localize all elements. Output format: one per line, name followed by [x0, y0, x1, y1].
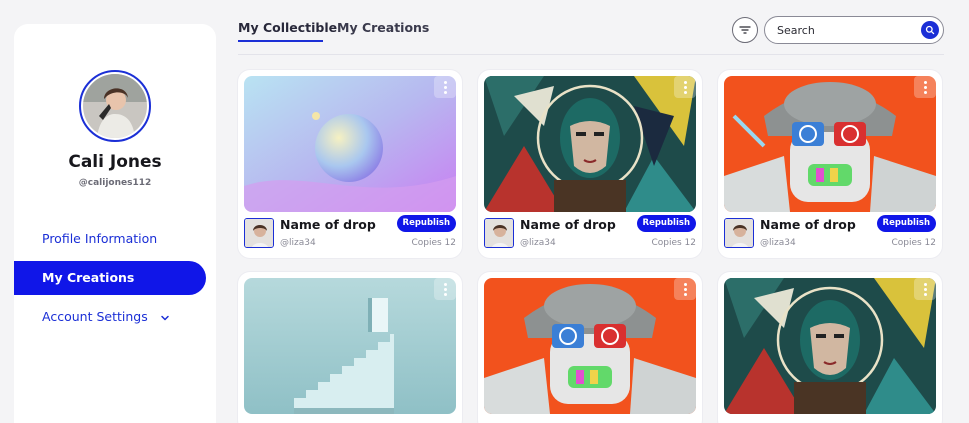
nft-card[interactable]: Name of drop @liza34 Republish Copies 12 — [238, 70, 462, 258]
nft-card[interactable] — [478, 272, 702, 423]
creator-avatar — [484, 218, 514, 248]
republish-button[interactable]: Republish — [876, 215, 936, 232]
copies-count: Copies 12 — [891, 238, 936, 248]
more-options-button[interactable] — [674, 76, 696, 98]
card-artwork-abstract-sphere — [244, 76, 456, 212]
search-input[interactable] — [777, 21, 917, 39]
card-artwork-robot-3d-glasses — [724, 76, 936, 212]
nav-profile-information-label: Profile Information — [42, 231, 158, 246]
filter-icon — [739, 26, 751, 34]
drop-name: Name of drop — [760, 217, 856, 232]
more-options-button[interactable] — [914, 76, 936, 98]
avatar-photo — [83, 74, 147, 138]
republish-button[interactable]: Republish — [636, 215, 696, 232]
nav-account-settings-label: Account Settings — [42, 309, 148, 324]
card-artwork-geometric-portrait — [724, 278, 936, 414]
profile-sidebar: Cali Jones @calijones112 Profile Informa… — [14, 24, 216, 423]
chevron-down-icon — [160, 315, 169, 320]
card-artwork-geometric-portrait — [484, 76, 696, 212]
more-options-button[interactable] — [434, 76, 456, 98]
more-options-button[interactable] — [674, 278, 696, 300]
copies-count: Copies 12 — [411, 238, 456, 248]
creator-handle[interactable]: @liza34 — [280, 238, 316, 248]
active-tab-indicator — [238, 40, 323, 42]
nav-profile-information[interactable]: Profile Information — [14, 222, 206, 256]
drop-name: Name of drop — [520, 217, 616, 232]
card-artwork-robot-3d-glasses — [484, 278, 696, 414]
nft-card[interactable] — [238, 272, 462, 423]
republish-button[interactable]: Republish — [396, 215, 456, 232]
drop-name: Name of drop — [280, 217, 376, 232]
avatar[interactable] — [79, 70, 151, 142]
nft-card[interactable] — [718, 272, 942, 423]
more-options-button[interactable] — [914, 278, 936, 300]
creator-avatar — [244, 218, 274, 248]
profile-handle: @calijones112 — [78, 178, 152, 188]
nav-account-settings[interactable]: Account Settings — [14, 300, 206, 334]
creator-handle[interactable]: @liza34 — [760, 238, 796, 248]
nft-card[interactable]: Name of drop @liza34 Republish Copies 12 — [478, 70, 702, 258]
copies-count: Copies 12 — [651, 238, 696, 248]
nav-my-creations[interactable]: My Creations — [14, 261, 206, 295]
search-box — [764, 16, 944, 44]
more-options-button[interactable] — [434, 278, 456, 300]
tab-my-creations[interactable]: My Creations — [337, 20, 429, 35]
tab-my-collectible[interactable]: My Collectible — [238, 20, 337, 35]
profile-name: Cali Jones — [68, 152, 162, 172]
filter-button[interactable] — [732, 17, 758, 43]
creator-avatar — [724, 218, 754, 248]
header-divider — [238, 54, 944, 55]
nav-my-creations-label: My Creations — [42, 270, 135, 285]
nft-card[interactable]: Name of drop @liza34 Republish Copies 12 — [718, 70, 942, 258]
search-icon — [925, 25, 935, 35]
card-artwork-floating-stairs — [244, 278, 456, 414]
creator-handle[interactable]: @liza34 — [520, 238, 556, 248]
search-button[interactable] — [921, 21, 939, 39]
